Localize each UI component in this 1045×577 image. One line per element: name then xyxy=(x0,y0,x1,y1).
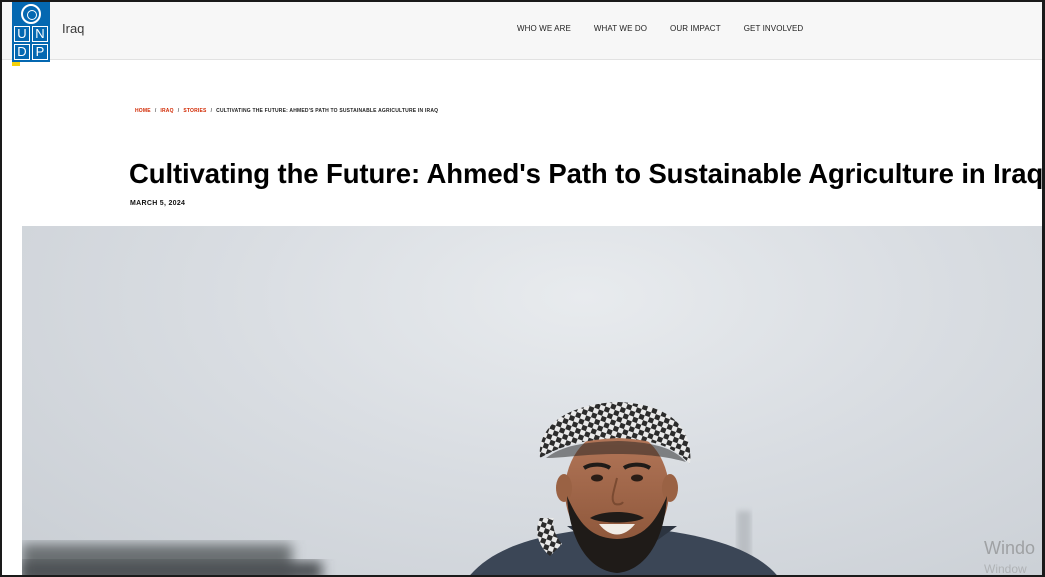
page-title: Cultivating the Future: Ahmed's Path to … xyxy=(129,158,1044,189)
nav-item-who-we-are[interactable]: WHO WE ARE xyxy=(517,24,571,33)
logo-letter: P xyxy=(32,44,48,60)
hero-image xyxy=(22,226,1042,575)
breadcrumb-stories[interactable]: STORIES xyxy=(183,108,206,114)
country-name[interactable]: Iraq xyxy=(62,21,84,36)
nav-item-what-we-do[interactable]: WHAT WE DO xyxy=(594,24,647,33)
logo-letter: N xyxy=(32,26,48,42)
breadcrumb-iraq[interactable]: IRAQ xyxy=(160,108,173,114)
main-nav: WHO WE ARE WHAT WE DO OUR IMPACT GET INV… xyxy=(517,24,803,33)
breadcrumb: HOME / IRAQ / STORIES / CULTIVATING THE … xyxy=(135,108,438,114)
breadcrumb-separator: / xyxy=(210,108,213,114)
site-header: U N D P Iraq WHO WE ARE WHAT WE DO OUR I… xyxy=(2,2,1042,62)
breadcrumb-separator: / xyxy=(154,108,157,114)
logo-letter: D xyxy=(14,44,30,60)
windows-activation-watermark-subtitle: Window xyxy=(984,562,1027,576)
hero-portrait-illustration xyxy=(22,402,777,575)
nav-item-our-impact[interactable]: OUR IMPACT xyxy=(670,24,721,33)
nav-item-get-involved[interactable]: GET INVOLVED xyxy=(744,24,804,33)
breadcrumb-home[interactable]: HOME xyxy=(135,108,151,114)
publish-date: MARCH 5, 2024 xyxy=(130,200,186,207)
windows-activation-watermark: Windo xyxy=(984,538,1036,558)
logo-marker xyxy=(12,62,20,66)
breadcrumb-current: CULTIVATING THE FUTURE: AHMED'S PATH TO … xyxy=(216,108,439,114)
logo-letters: U N D P xyxy=(14,26,48,60)
un-emblem-icon xyxy=(21,4,41,24)
breadcrumb-separator: / xyxy=(177,108,180,114)
browser-viewport: U N D P Iraq WHO WE ARE WHAT WE DO OUR I… xyxy=(0,0,1045,577)
logo-letter: U xyxy=(14,26,30,42)
undp-logo[interactable]: U N D P xyxy=(12,2,50,62)
